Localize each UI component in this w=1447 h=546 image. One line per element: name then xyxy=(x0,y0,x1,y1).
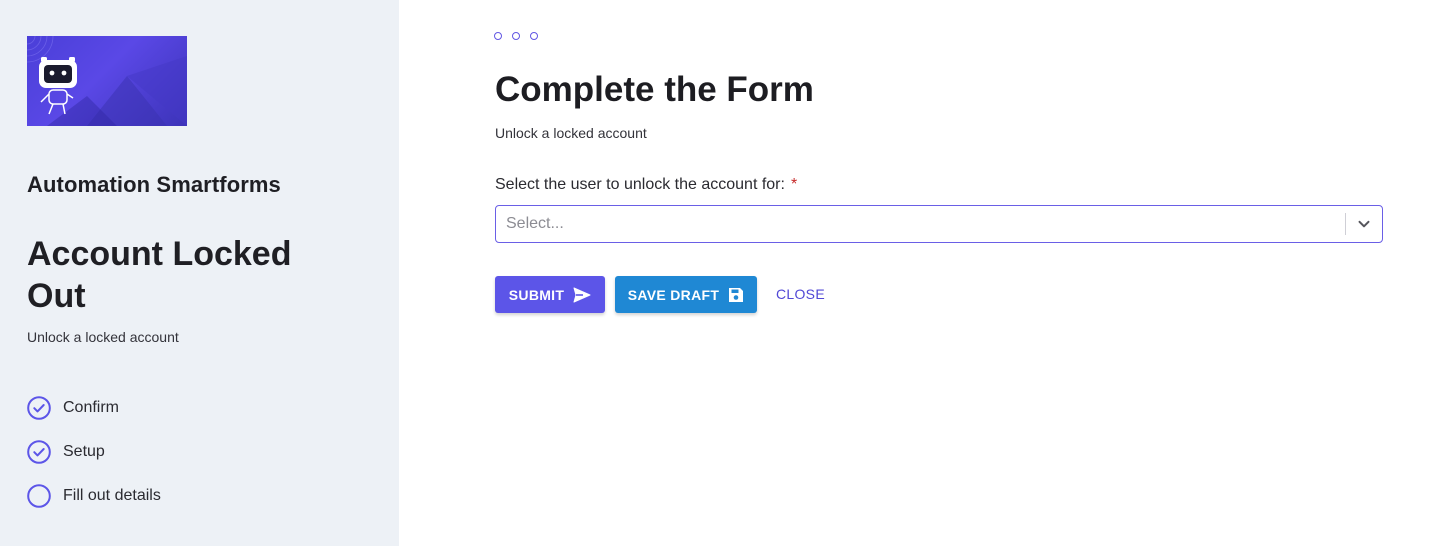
page-subtitle: Unlock a locked account xyxy=(495,125,647,141)
dot-icon xyxy=(512,32,520,40)
submit-label: SUBMIT xyxy=(508,286,565,303)
step-label: Setup xyxy=(63,443,105,460)
page-title: Complete the Form xyxy=(495,70,814,109)
user-select[interactable]: Select... xyxy=(495,205,1383,243)
sidebar: Automation Smartforms Account Locked Out… xyxy=(0,0,399,546)
save-draft-label: SAVE DRAFT xyxy=(627,286,720,303)
step-confirm: Confirm xyxy=(27,396,161,420)
progress-steps: Confirm Setup Fill out details xyxy=(27,396,161,528)
brand-name: Automation Smartforms xyxy=(27,172,281,197)
floppy-disk-icon xyxy=(729,287,744,302)
chevron-down-icon[interactable] xyxy=(1346,206,1382,242)
step-fill-out-details: Fill out details xyxy=(27,484,161,508)
form-title: Account Locked Out xyxy=(27,235,292,315)
required-mark: * xyxy=(790,176,798,193)
page: Automation Smartforms Account Locked Out… xyxy=(0,0,1447,546)
select-placeholder: Select... xyxy=(506,215,564,232)
robot-mascot-icon xyxy=(27,36,187,126)
empty-circle-icon xyxy=(27,484,51,508)
form-subtitle: Unlock a locked account xyxy=(27,329,179,345)
dot-icon xyxy=(494,32,502,40)
dot-icon xyxy=(530,32,538,40)
user-select-label: Select the user to unlock the account fo… xyxy=(495,176,797,194)
send-icon xyxy=(573,287,591,302)
submit-button[interactable]: SUBMIT xyxy=(495,276,605,313)
check-circle-icon xyxy=(27,396,51,420)
close-button[interactable]: CLOSE xyxy=(776,286,825,302)
step-label: Confirm xyxy=(63,399,120,416)
check-circle-icon xyxy=(27,440,51,464)
field-label-text: Select the user to unlock the account fo… xyxy=(495,176,785,193)
more-options-dots[interactable] xyxy=(494,32,538,40)
save-draft-button[interactable]: SAVE DRAFT xyxy=(615,276,757,313)
step-setup: Setup xyxy=(27,440,161,464)
step-label: Fill out details xyxy=(63,487,161,504)
brand-logo xyxy=(27,36,187,126)
